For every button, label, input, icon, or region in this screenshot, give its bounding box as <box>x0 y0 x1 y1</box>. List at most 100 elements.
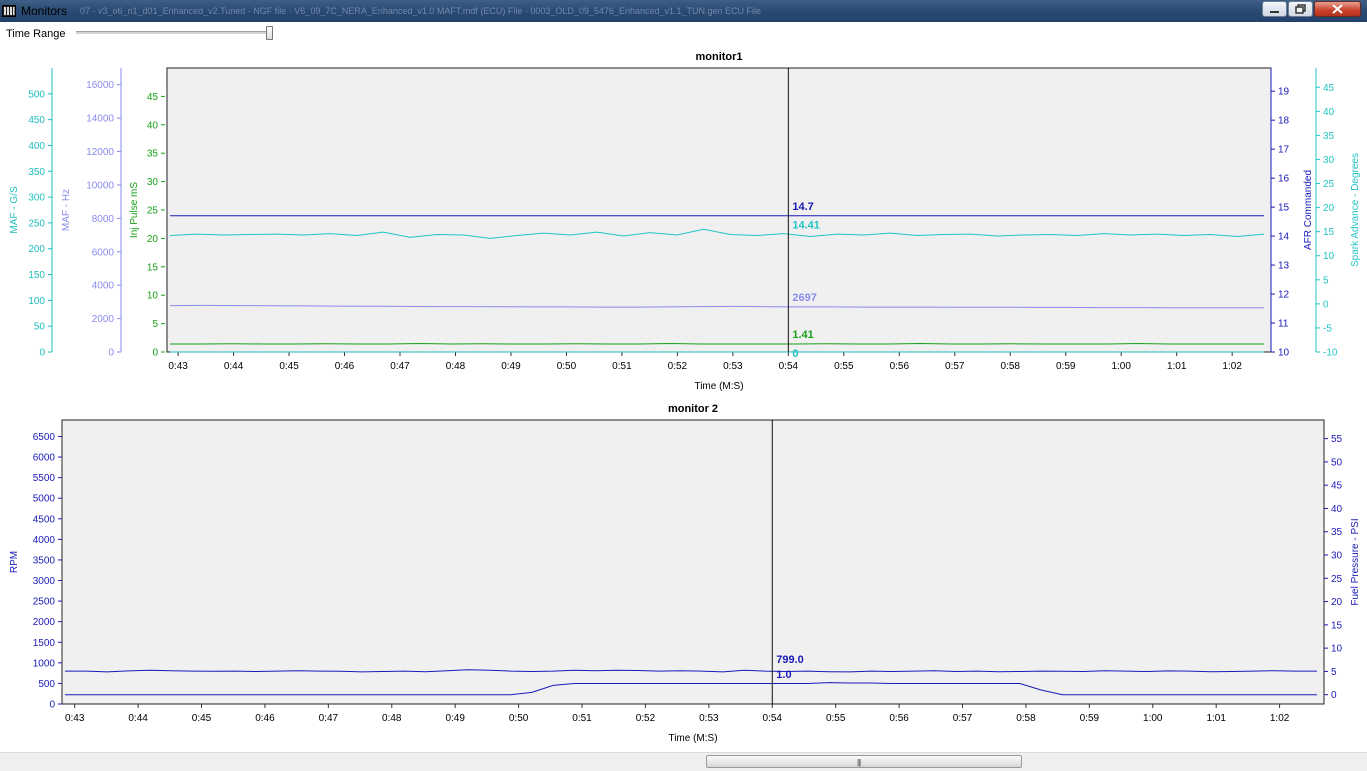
x-tick-label: 0:57 <box>945 361 965 372</box>
inj_pulse-tick-label: 0 <box>152 348 158 359</box>
spark-tick-label: 45 <box>1323 83 1335 94</box>
inj_pulse-tick-label: 15 <box>147 262 159 273</box>
maf_hz-tick-label: 16000 <box>86 80 114 91</box>
fuel-tick-label: 35 <box>1331 527 1343 538</box>
inj_pulse-tick-label: 45 <box>147 92 159 103</box>
rpm-tick-label: 1500 <box>33 638 56 649</box>
spark-tick-label: 35 <box>1323 131 1335 142</box>
maf_gs-tick-label: 400 <box>28 141 45 152</box>
maf_gs-tick-label: 200 <box>28 244 45 255</box>
rpm-tick-label: 1000 <box>33 658 56 669</box>
x-tick-label: 0:55 <box>826 713 846 724</box>
maf_hz-axis-label: MAF - Hz <box>61 189 72 231</box>
spark-tick-label: 5 <box>1323 275 1329 286</box>
x-tick-label: 0:46 <box>255 713 275 724</box>
fuel-tick-label: 55 <box>1331 434 1343 445</box>
maf_gs-tick-label: 500 <box>28 89 45 100</box>
x-tick-label: 0:44 <box>224 361 244 372</box>
afr-tick-label: 12 <box>1278 290 1290 301</box>
fuel-tick-label: 50 <box>1331 457 1343 468</box>
spark-tick-label: 0 <box>1323 299 1329 310</box>
maf_gs-tick-label: 250 <box>28 218 45 229</box>
rpm-tick-label: 3500 <box>33 555 56 566</box>
x-tick-label: 0:57 <box>953 713 973 724</box>
series-line-inj_pulse <box>170 342 1264 345</box>
afr-axis-label: AFR Commanded <box>1303 170 1314 250</box>
x-tick-label: 1:01 <box>1167 361 1187 372</box>
x-tick-label: 1:02 <box>1270 713 1290 724</box>
rpm-tick-label: 6000 <box>33 453 56 464</box>
x-tick-label: 0:59 <box>1056 361 1076 372</box>
horizontal-scrollbar[interactable]: ||| <box>0 752 1367 771</box>
fuel-tick-label: 30 <box>1331 551 1343 562</box>
spark-tick-label: 10 <box>1323 251 1335 262</box>
x-tick-label: 0:48 <box>446 361 466 372</box>
maf_hz-tick-label: 6000 <box>92 247 115 258</box>
fuel-tick-label: 25 <box>1331 574 1343 585</box>
maf_gs-tick-label: 150 <box>28 270 45 281</box>
cursor-value-fuel: 1.0 <box>776 669 791 681</box>
maf_hz-tick-label: 12000 <box>86 147 114 158</box>
x-tick-label: 0:53 <box>723 361 743 372</box>
maf_hz-tick-label: 8000 <box>92 214 115 225</box>
maf_gs-tick-label: 100 <box>28 296 45 307</box>
x-tick-label: 0:59 <box>1080 713 1100 724</box>
afr-tick-label: 14 <box>1278 232 1290 243</box>
x-tick-label: 0:51 <box>572 713 592 724</box>
x-tick-label: 0:46 <box>335 361 355 372</box>
maf_gs-tick-label: 350 <box>28 167 45 178</box>
fuel-tick-label: 10 <box>1331 644 1343 655</box>
x-tick-label: 0:50 <box>509 713 529 724</box>
x-tick-label: 0:54 <box>779 361 799 372</box>
rpm-tick-label: 3000 <box>33 576 56 587</box>
cursor-value-maf_hz: 2697 <box>792 292 816 304</box>
rpm-tick-label: 2000 <box>33 617 56 628</box>
fuel-tick-label: 15 <box>1331 620 1343 631</box>
x-tick-label: 0:47 <box>390 361 410 372</box>
spark-axis-label: Spark Advance - Degrees <box>1350 153 1361 267</box>
inj_pulse-tick-label: 20 <box>147 234 159 245</box>
rpm-tick-label: 4000 <box>33 535 56 546</box>
fuel-tick-label: 40 <box>1331 504 1343 515</box>
x-tick-label: 0:56 <box>889 713 909 724</box>
x-axis-label-1: Time (M:S) <box>694 381 743 392</box>
scrollbar-thumb[interactable]: ||| <box>706 755 1022 768</box>
x-tick-label: 1:00 <box>1143 713 1163 724</box>
maf_gs-tick-label: 0 <box>39 348 45 359</box>
afr-tick-label: 16 <box>1278 174 1290 185</box>
inj_pulse-tick-label: 30 <box>147 177 159 188</box>
chart-title-1: monitor1 <box>695 51 742 63</box>
x-tick-label: 0:45 <box>279 361 299 372</box>
cursor-value-afr: 14.7 <box>792 201 813 213</box>
maf_hz-tick-label: 10000 <box>86 180 114 191</box>
x-tick-label: 0:55 <box>834 361 854 372</box>
x-tick-label: 1:00 <box>1111 361 1131 372</box>
rpm-tick-label: 2500 <box>33 597 56 608</box>
inj_pulse-tick-label: 25 <box>147 206 159 217</box>
monitor-charts[interactable]: monitor1 Time (M:S) 0:43 0:44 0:45 0:46 0:47 0:… <box>0 0 1367 752</box>
plot-area-1 <box>166 67 1272 353</box>
spark-tick-label: 25 <box>1323 179 1335 190</box>
plot-area-2 <box>61 419 1325 705</box>
maf_hz-tick-label: 4000 <box>92 281 115 292</box>
maf_gs-tick-label: 50 <box>34 322 46 333</box>
maf_gs-tick-label: 450 <box>28 115 45 126</box>
fuel-tick-label: 20 <box>1331 597 1343 608</box>
maf_hz-tick-label: 14000 <box>86 114 114 125</box>
x-tick-label: 0:58 <box>1016 713 1036 724</box>
x-tick-label: 0:50 <box>557 361 577 372</box>
spark-tick-label: 30 <box>1323 155 1335 166</box>
x-tick-label: 0:56 <box>890 361 910 372</box>
rpm-axis-label: RPM <box>9 551 20 573</box>
spark-tick-label: -5 <box>1323 323 1332 334</box>
rpm-tick-label: 5500 <box>33 473 56 484</box>
afr-tick-label: 11 <box>1278 319 1289 330</box>
spark-tick-label: 15 <box>1323 227 1335 238</box>
rpm-tick-label: 4500 <box>33 514 56 525</box>
x-tick-label: 0:54 <box>763 713 783 724</box>
spark-tick-label: -10 <box>1323 348 1338 359</box>
afr-tick-label: 15 <box>1278 203 1290 214</box>
cursor-value-spark: 14.41 <box>792 220 820 232</box>
afr-tick-label: 19 <box>1278 87 1290 98</box>
fuel-axis-label: Fuel Pressure - PSI <box>1350 518 1361 605</box>
